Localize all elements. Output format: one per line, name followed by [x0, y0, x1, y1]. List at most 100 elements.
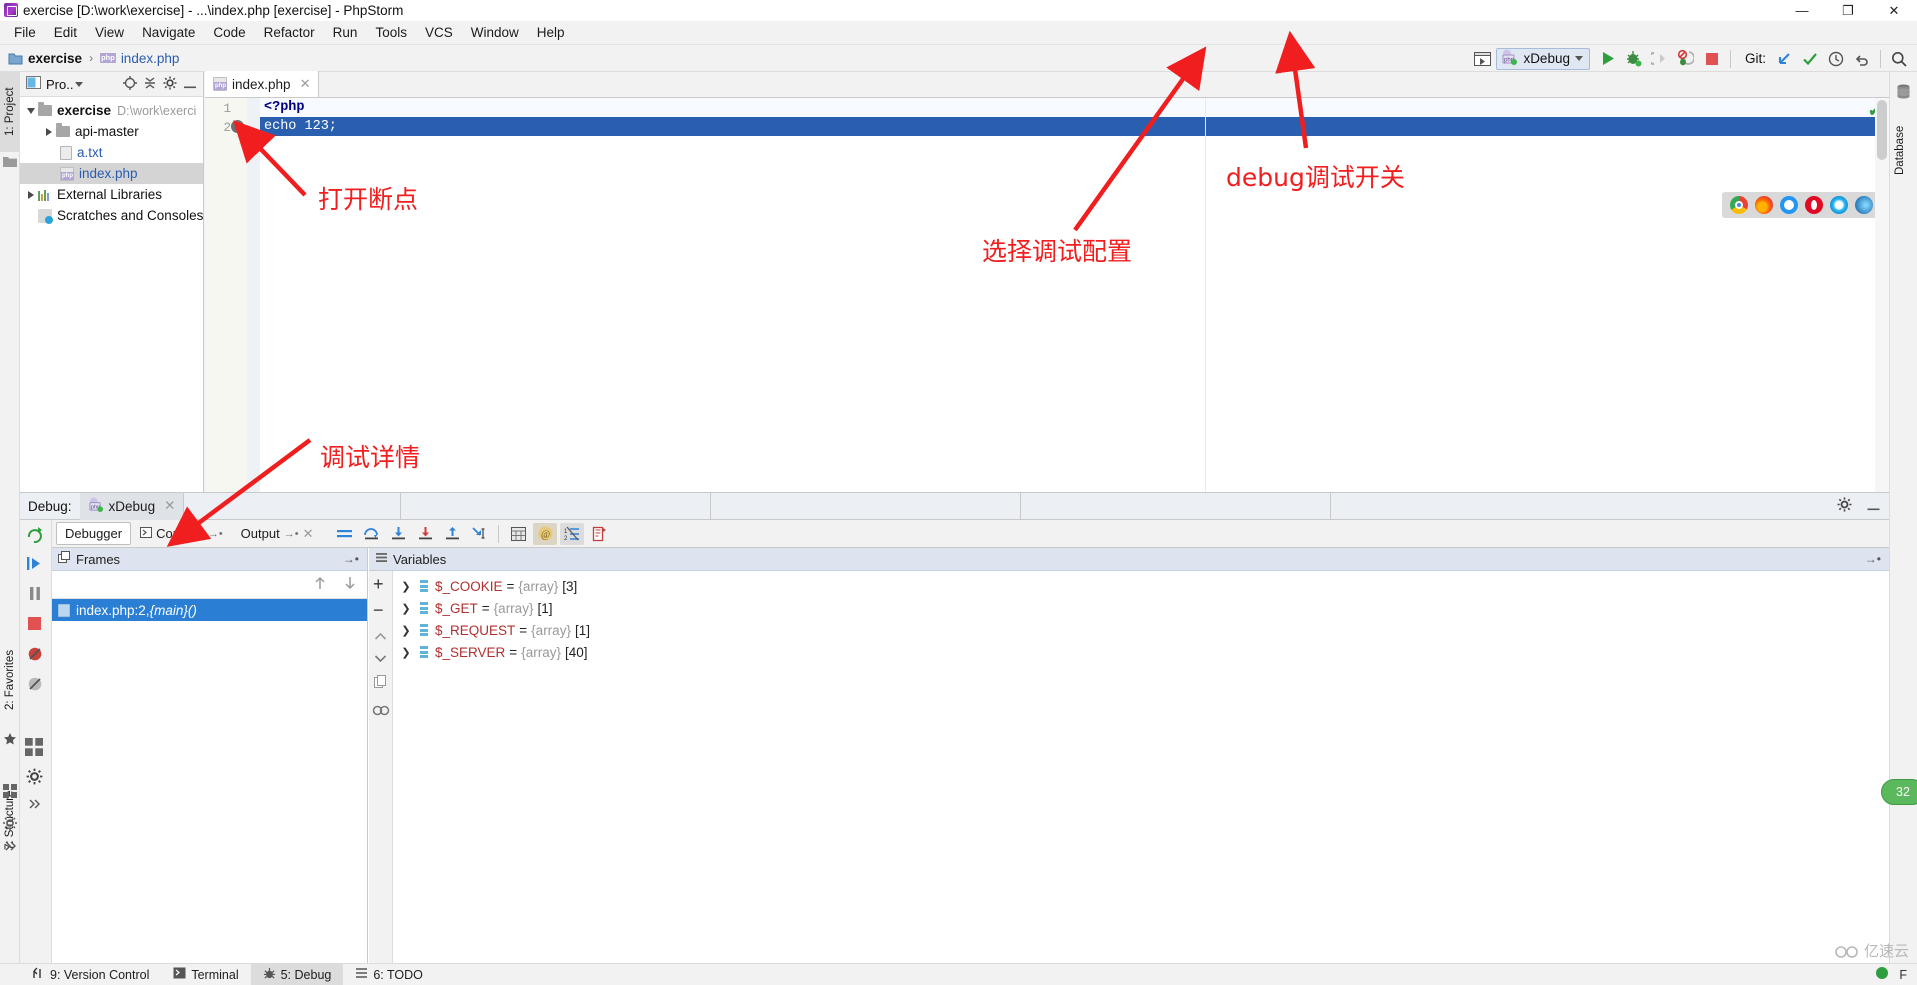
editor-scrollbar[interactable] [1875, 98, 1889, 492]
close-button[interactable]: ✕ [1871, 0, 1917, 21]
code-editor[interactable]: <?php echo 123; [260, 98, 1889, 492]
close-icon[interactable]: ✕ [303, 526, 314, 542]
variable-row[interactable]: ❯ $_GET = {array} [1] [393, 597, 1889, 619]
editor-tab-index-php[interactable]: php index.php ✕ [205, 71, 320, 97]
variable-row[interactable]: ❯ $_SERVER = {array} [40] [393, 641, 1889, 663]
copy-stack-icon[interactable] [587, 523, 611, 545]
debug-icon[interactable] [1622, 48, 1646, 70]
collapse-all-icon[interactable] [143, 76, 157, 93]
settings-gear-side-icon[interactable] [25, 738, 43, 759]
gear-icon[interactable] [1837, 497, 1852, 515]
sort-variables-icon[interactable]: 12 [560, 522, 585, 545]
run-configuration-selector[interactable]: php xDebug [1496, 47, 1590, 70]
breadcrumb-file[interactable]: index.php [121, 51, 180, 66]
chevron-right-icon[interactable]: ❯ [399, 646, 413, 659]
run-to-cursor-icon[interactable] [467, 523, 491, 545]
commit-icon[interactable] [1798, 48, 1822, 70]
tree-node-a-txt[interactable]: a.txt [20, 142, 203, 163]
tree-node-external-libraries[interactable]: External Libraries [20, 184, 203, 205]
show-application-window-icon[interactable] [1470, 48, 1494, 70]
tab-output[interactable]: Output →• ✕ [232, 522, 323, 546]
close-icon[interactable]: ✕ [164, 498, 175, 514]
status-item-todo[interactable]: 6: TODO [343, 964, 435, 985]
menu-tools[interactable]: Tools [366, 23, 416, 42]
tree-node-scratches[interactable]: Scratches and Consoles [20, 205, 203, 226]
chevron-down-icon[interactable] [75, 81, 84, 87]
status-item-version-control[interactable]: 9: Version Control [20, 964, 161, 985]
tree-node-index-php[interactable]: php index.php [20, 163, 203, 184]
minimize-button[interactable]: — [1779, 0, 1825, 21]
project-pane-title[interactable]: Pro.. [46, 77, 73, 92]
pause-program-icon[interactable] [28, 586, 42, 604]
help-gear-icon[interactable] [26, 768, 43, 788]
variable-row[interactable]: ❯ $_REQUEST = {array} [1] [393, 619, 1889, 641]
move-up-icon[interactable] [374, 629, 387, 644]
copy-icon[interactable] [374, 675, 387, 692]
maximize-button[interactable]: ❐ [1825, 0, 1871, 21]
stop-icon[interactable] [1700, 48, 1724, 70]
variable-row[interactable]: ❯ $_COOKIE = {array} [3] [393, 575, 1889, 597]
hide-icon[interactable] [1866, 499, 1881, 514]
view-breakpoints-icon[interactable] [27, 646, 43, 665]
history-icon[interactable] [1824, 48, 1848, 70]
chevron-down-icon[interactable] [24, 107, 38, 114]
menu-run[interactable]: Run [324, 23, 367, 42]
chevron-right-icon[interactable]: ❯ [399, 602, 413, 615]
pin-icon[interactable]: →• [1865, 552, 1881, 566]
firefox-icon[interactable] [1755, 196, 1773, 214]
menu-view[interactable]: View [86, 23, 133, 42]
debug-session-tab-xdebug[interactable]: php xDebug ✕ [79, 492, 185, 520]
menu-edit[interactable]: Edit [45, 23, 86, 42]
opera-icon[interactable] [1805, 196, 1823, 214]
add-watch-icon[interactable]: + [373, 575, 384, 593]
profile-icon[interactable] [1674, 48, 1698, 70]
search-everywhere-icon[interactable] [1887, 48, 1911, 70]
sidebar-item-favorites[interactable]: 2: Favorites [0, 632, 20, 728]
sidebar-item-project[interactable]: 1: Project [0, 72, 20, 152]
menu-help[interactable]: Help [528, 23, 574, 42]
menu-refactor[interactable]: Refactor [255, 23, 324, 42]
show-execution-point-icon[interactable] [332, 523, 356, 545]
code-line-1[interactable]: <?php [260, 98, 1889, 117]
remove-watch-icon[interactable]: − [373, 601, 384, 619]
status-item-terminal[interactable]: Terminal [161, 964, 250, 985]
move-down-icon[interactable] [374, 651, 387, 666]
move-up-icon[interactable] [313, 575, 327, 594]
settings-gear-icon[interactable] [163, 76, 177, 93]
settings-gear-icon[interactable] [3, 816, 17, 830]
evaluate-expression-icon[interactable] [506, 523, 530, 545]
locate-icon[interactable] [123, 75, 137, 93]
watches-link-icon[interactable] [372, 704, 390, 720]
sidebar-item-database[interactable]: Database [1890, 104, 1910, 196]
tab-debugger[interactable]: Debugger [56, 522, 132, 545]
chevron-right-icon[interactable]: ❯ [399, 580, 413, 593]
chrome-icon[interactable] [1730, 196, 1748, 214]
expand-strip-icon[interactable] [3, 840, 17, 854]
update-project-icon[interactable] [1772, 48, 1796, 70]
rerun-icon[interactable] [26, 526, 44, 546]
tree-node-exercise[interactable]: exercise D:\work\exerci [20, 100, 203, 121]
pin-icon[interactable]: →• [343, 552, 359, 566]
resume-program-icon[interactable] [27, 556, 43, 575]
menu-window[interactable]: Window [462, 23, 528, 42]
code-line-2[interactable]: echo 123; [260, 117, 1889, 136]
menu-navigate[interactable]: Navigate [133, 23, 204, 42]
rollback-icon[interactable] [1850, 48, 1874, 70]
mute-breakpoints-icon[interactable]: @ [533, 522, 558, 545]
event-log-icon[interactable] [1875, 966, 1889, 983]
edge-icon[interactable] [1855, 196, 1873, 214]
force-step-into-icon[interactable] [413, 523, 437, 545]
safari-icon[interactable] [1780, 196, 1798, 214]
menu-file[interactable]: File [5, 23, 45, 42]
chevron-right-icon[interactable] [24, 190, 38, 199]
breadcrumb-project[interactable]: exercise [28, 51, 82, 66]
pin-icon[interactable]: →• [284, 528, 299, 540]
mute-breakpoints-side-icon[interactable] [27, 676, 43, 695]
run-icon[interactable] [1596, 48, 1620, 70]
menu-vcs[interactable]: VCS [416, 23, 462, 42]
step-over-icon[interactable] [359, 523, 383, 545]
menu-code[interactable]: Code [204, 23, 254, 42]
hide-icon[interactable] [183, 77, 197, 92]
tree-node-api-master[interactable]: api-master [20, 121, 203, 142]
frame-list-item[interactable]: index.php:2, {main}() [52, 599, 367, 621]
